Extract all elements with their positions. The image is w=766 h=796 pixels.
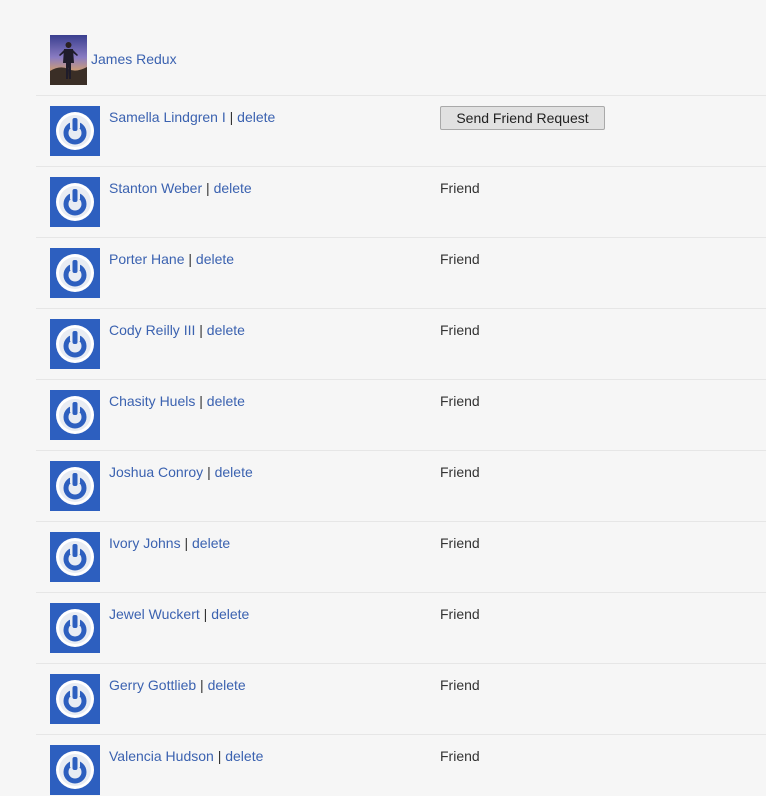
user-name-cell: Porter Hane | delete: [109, 251, 234, 268]
user-name-link[interactable]: Ivory Johns: [109, 535, 181, 551]
list-item: Ivory Johns | delete Friend: [36, 521, 766, 592]
list-item: Chasity Huels | delete Friend: [36, 379, 766, 450]
delete-link[interactable]: delete: [225, 748, 263, 764]
power-icon[interactable]: [50, 674, 100, 724]
user-name-link[interactable]: Joshua Conroy: [109, 464, 203, 480]
user-name-cell: Stanton Weber | delete: [109, 180, 252, 197]
user-name-link[interactable]: Stanton Weber: [109, 180, 202, 196]
separator: |: [203, 606, 208, 622]
list-item: Jewel Wuckert | delete Friend: [36, 592, 766, 663]
separator: |: [199, 322, 203, 338]
friends-page: James Redux Samella Lindgren I | delete S…: [0, 0, 766, 796]
user-name-link[interactable]: Gerry Gottlieb: [109, 677, 196, 693]
delete-link[interactable]: delete: [215, 464, 253, 480]
user-name-link[interactable]: Samella Lindgren I: [109, 109, 226, 125]
user-name-cell: Joshua Conroy | delete: [109, 464, 253, 481]
separator: |: [188, 251, 193, 267]
friend-status: Friend: [440, 748, 480, 764]
power-icon[interactable]: [50, 106, 100, 156]
friend-status: Friend: [440, 322, 480, 338]
user-name-cell: Cody Reilly III | delete: [109, 322, 245, 339]
separator: |: [200, 677, 204, 693]
power-icon[interactable]: [50, 177, 100, 227]
user-name-link[interactable]: Porter Hane: [109, 251, 184, 267]
user-name-cell: Gerry Gottlieb | delete: [109, 677, 246, 694]
delete-link[interactable]: delete: [237, 109, 275, 125]
delete-link[interactable]: delete: [214, 180, 252, 196]
list-item: Cody Reilly III | delete Friend: [36, 308, 766, 379]
friend-status: Friend: [440, 180, 480, 196]
list-item: Stanton Weber | delete Friend: [36, 166, 766, 237]
separator: |: [217, 748, 222, 764]
delete-link[interactable]: delete: [207, 322, 245, 338]
separator: |: [206, 180, 210, 196]
list-item: Valencia Hudson | delete Friend: [36, 734, 766, 796]
separator: |: [229, 109, 234, 125]
friend-status: Friend: [440, 606, 480, 622]
power-icon[interactable]: [50, 390, 100, 440]
current-user-name[interactable]: James Redux: [91, 51, 177, 67]
delete-link[interactable]: delete: [196, 251, 234, 267]
power-icon[interactable]: [50, 461, 100, 511]
friend-status: Friend: [440, 677, 480, 693]
friend-status: Friend: [440, 393, 480, 409]
user-name-cell: Samella Lindgren I | delete: [109, 109, 275, 126]
friend-status: Friend: [440, 251, 480, 267]
delete-link[interactable]: delete: [207, 393, 245, 409]
power-icon[interactable]: [50, 532, 100, 582]
list-item: Joshua Conroy | delete Friend: [36, 450, 766, 521]
friend-status: Friend: [440, 464, 480, 480]
list-item: Gerry Gottlieb | delete Friend: [36, 663, 766, 734]
user-list: Samella Lindgren I | delete Send Friend R…: [36, 95, 766, 796]
power-icon[interactable]: [50, 603, 100, 653]
user-name-link[interactable]: Jewel Wuckert: [109, 606, 200, 622]
user-name-cell: Jewel Wuckert | delete: [109, 606, 249, 623]
separator: |: [199, 393, 203, 409]
separator: |: [207, 464, 211, 480]
user-name-cell: Chasity Huels | delete: [109, 393, 245, 410]
delete-link[interactable]: delete: [192, 535, 230, 551]
delete-link[interactable]: delete: [211, 606, 249, 622]
power-icon[interactable]: [50, 248, 100, 298]
user-name-cell: Ivory Johns | delete: [109, 535, 230, 552]
current-user: James Redux: [50, 35, 177, 85]
user-photo[interactable]: [50, 35, 87, 85]
user-name-cell: Valencia Hudson | delete: [109, 748, 263, 765]
send-friend-request-button[interactable]: Send Friend Request: [440, 106, 605, 130]
separator: |: [184, 535, 189, 551]
friend-status: Friend: [440, 535, 480, 551]
list-item: Porter Hane | delete Friend: [36, 237, 766, 308]
delete-link[interactable]: delete: [208, 677, 246, 693]
user-name-link[interactable]: Chasity Huels: [109, 393, 195, 409]
user-name-link[interactable]: Cody Reilly III: [109, 322, 195, 338]
user-name-link[interactable]: Valencia Hudson: [109, 748, 214, 764]
power-icon[interactable]: [50, 745, 100, 795]
list-item: Samella Lindgren I | delete Send Friend R…: [36, 95, 766, 166]
power-icon[interactable]: [50, 319, 100, 369]
